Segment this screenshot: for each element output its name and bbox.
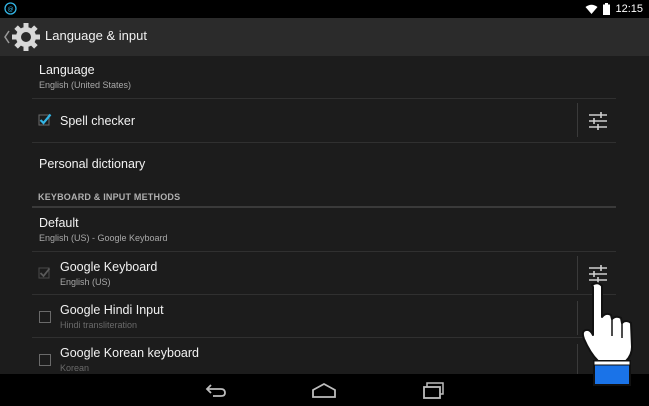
personal-dictionary-item[interactable]: Personal dictionary [32,143,616,183]
spell-checker-title: Spell checker [60,114,136,128]
google-hindi-input-summary: Hindi transliteration [60,320,138,330]
google-korean-keyboard-summary: Korean [60,363,90,373]
google-hindi-input-checkbox[interactable] [39,311,51,323]
notification-icon: @ [4,2,17,15]
spell-checker-item[interactable]: Spell checker [32,99,576,141]
google-keyboard-item[interactable]: Google Keyboard English (US) [32,252,576,294]
spell-checker-settings-icon[interactable] [587,112,609,130]
google-hindi-input-item[interactable]: Google Hindi Input Hindi transliteration [32,295,576,337]
vertical-separator [577,103,578,137]
google-korean-keyboard-title: Google Korean keyboard [60,346,199,360]
home-icon[interactable] [311,380,337,400]
google-hindi-input-title: Google Hindi Input [60,303,164,317]
language-summary: English (United States) [39,80,132,90]
settings-list: Language English (United States) Spell c… [0,56,649,374]
section-header: KEYBOARD & INPUT METHODS [38,192,181,202]
back-icon[interactable] [203,380,229,400]
default-title: Default [39,216,79,230]
svg-text:@: @ [8,6,14,13]
battery-icon [603,3,611,15]
pointing-hand-icon [581,282,633,386]
clock: 12:15 [615,3,643,15]
status-bar: @ 12:15 [0,0,649,18]
recent-apps-icon[interactable] [421,380,447,400]
action-bar: Language & input [0,18,649,57]
google-keyboard-title: Google Keyboard [60,260,158,274]
default-summary: English (US) - Google Keyboard [39,233,168,243]
wifi-icon [585,4,598,14]
language-item[interactable]: Language English (United States) [32,56,616,98]
page-title: Language & input [45,28,147,43]
navigation-bar [0,374,649,406]
google-korean-keyboard-item[interactable]: Google Korean keyboard Korean [32,338,576,374]
spell-checker-checkbox[interactable] [38,113,52,127]
default-keyboard-item[interactable]: Default English (US) - Google Keyboard [32,208,616,250]
personal-dictionary-title: Personal dictionary [39,157,146,171]
google-keyboard-checkbox[interactable] [38,266,52,280]
google-korean-keyboard-checkbox[interactable] [39,354,51,366]
language-title: Language [39,63,95,77]
settings-gear-icon[interactable] [10,21,42,53]
google-keyboard-summary: English (US) [60,277,111,287]
